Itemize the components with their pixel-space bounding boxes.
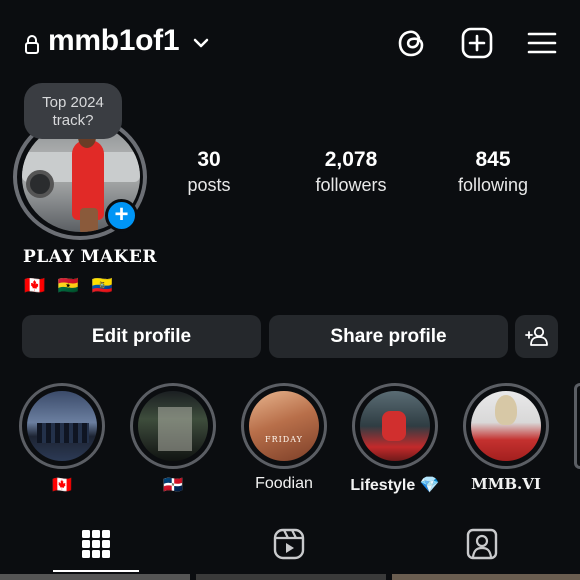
tagged-icon[interactable] (465, 527, 499, 561)
new-post-icon[interactable] (460, 26, 494, 60)
share-profile-button[interactable]: Share profile (269, 315, 508, 358)
profile-header: mmb1of1 (0, 0, 580, 90)
note-text-line2: track? (52, 112, 94, 129)
highlight-item-partial[interactable] (574, 383, 580, 469)
highlight-caption: MMB.VI (471, 475, 541, 493)
posts-stat[interactable]: 30 posts (170, 147, 248, 197)
highlight-caption: Foodian (255, 475, 313, 492)
profile-note-bubble[interactable]: Top 2024 track? (24, 83, 122, 139)
add-story-button[interactable]: + (105, 199, 138, 232)
posts-label: posts (187, 175, 231, 195)
highlight-cover (27, 391, 97, 461)
chevron-down-icon[interactable] (193, 36, 209, 50)
note-text-line1: Top 2024 (42, 94, 104, 111)
highlight-caption: 🇨🇦 (52, 477, 72, 494)
highlight-caption: Lifestyle 💎 (350, 477, 440, 494)
reels-icon[interactable] (272, 527, 306, 561)
bio-flags: 🇨🇦 🇬🇭 🇪🇨 (24, 276, 117, 295)
following-count: 845 (475, 148, 511, 171)
followers-label: followers (315, 175, 387, 195)
edit-profile-button[interactable]: Edit profile (22, 315, 261, 358)
posts-count: 30 (197, 148, 221, 171)
followers-stat[interactable]: 2,078 followers (300, 147, 402, 197)
lock-icon (25, 35, 39, 54)
posts-grid-preview[interactable] (0, 574, 580, 580)
username-switcher[interactable]: mmb1of1 (48, 24, 180, 58)
followers-count: 2,078 (324, 148, 378, 171)
highlight-cover: FRIDAY (249, 391, 319, 461)
highlight-cover (360, 391, 430, 461)
highlight-cover-text: FRIDAY (265, 435, 303, 444)
grid-icon[interactable] (79, 527, 113, 561)
display-name: PLAY MAKER (23, 247, 158, 267)
following-label: following (457, 175, 529, 195)
highlight-caption: 🇩🇴 (163, 477, 183, 494)
menu-icon[interactable] (525, 26, 559, 60)
highlight-cover (138, 391, 208, 461)
discover-people-button[interactable] (515, 315, 558, 358)
following-stat[interactable]: 845 following (448, 147, 538, 197)
add-person-icon (525, 326, 548, 346)
threads-icon[interactable] (395, 26, 429, 60)
highlight-cover (471, 391, 541, 461)
plus-icon: + (114, 201, 129, 228)
active-tab-indicator (53, 570, 139, 572)
